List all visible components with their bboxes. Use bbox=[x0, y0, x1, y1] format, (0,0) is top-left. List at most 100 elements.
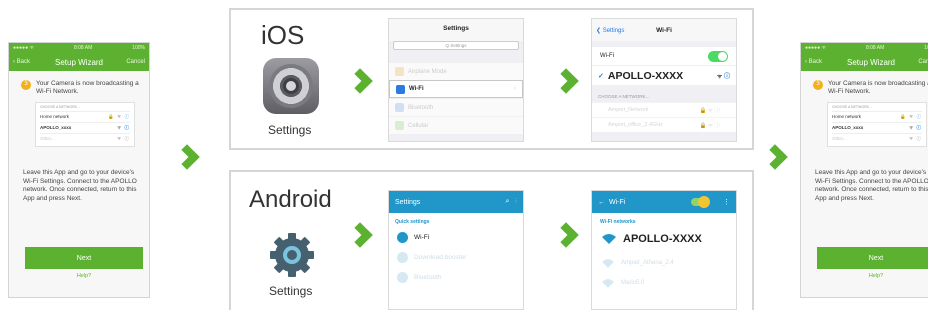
wizard-title: Setup Wizard bbox=[846, 57, 896, 67]
wifi-icon: ᯤ ⓘ bbox=[716, 74, 730, 80]
phone-before: ●●●●● ᯤ 8:08 AM 100% ‹ Back Setup Wizard… bbox=[8, 42, 150, 298]
chevron-right-icon bbox=[553, 68, 579, 94]
help-link[interactable]: Help? bbox=[817, 273, 928, 279]
wifi-toggle[interactable] bbox=[691, 196, 710, 208]
network-row[interactable]: Ampiet_Network 🔒 ᯤ ⓘ bbox=[592, 102, 736, 117]
wizard-titlebar: ‹ Back Setup Wizard Cancel bbox=[801, 53, 928, 71]
airplane-icon bbox=[395, 67, 404, 76]
wifi-signal-icon bbox=[602, 278, 614, 288]
search-icon[interactable]: ⌕ bbox=[505, 198, 509, 205]
android-title: Android bbox=[249, 186, 332, 213]
info-icon: ⓘ bbox=[124, 125, 130, 131]
ios-item-bluetooth[interactable]: Bluetooth bbox=[389, 98, 523, 116]
ios-connected-network[interactable]: ✓ APOLLO-XXXX ᯤ ⓘ bbox=[592, 65, 736, 85]
ios-wifi-screen: ❮ Settings Wi-Fi Wi-Fi ✓ APOLLO-XXXX ᯤ ⓘ… bbox=[591, 18, 737, 142]
chevron-right-icon bbox=[553, 222, 579, 248]
ios-settings-header: Settings bbox=[389, 19, 523, 41]
step-number-badge: 3 bbox=[21, 80, 31, 90]
battery-text: 100% bbox=[132, 45, 145, 51]
wifi-lock-icon: 🔒 ᯤ ⓘ bbox=[108, 114, 130, 120]
wifi-signal-icon bbox=[602, 258, 614, 268]
help-link[interactable]: Help? bbox=[25, 273, 143, 279]
info-icon: ⓘ bbox=[723, 74, 730, 80]
wifi-signal-icon bbox=[602, 234, 616, 244]
step-text: Your Camera is now broadcasting a Wi-Fi … bbox=[36, 80, 139, 96]
ios-panel: iOS Settings Settings Q Settings Airplan… bbox=[229, 8, 754, 150]
step-row: 3 Your Camera is now broadcasting a Wi-F… bbox=[813, 80, 928, 96]
chevron-right-icon bbox=[762, 144, 788, 170]
network-row[interactable]: Mario5.0 bbox=[592, 273, 736, 293]
cancel-button[interactable]: Cancel bbox=[918, 59, 928, 65]
ios-wifi-header: ❮ Settings Wi-Fi bbox=[592, 19, 736, 41]
info-icon: ⓘ bbox=[916, 125, 922, 131]
network-row: Other... ᯤ ⓘ bbox=[832, 133, 922, 144]
instructions-text: Leave this App and go to your device's W… bbox=[23, 169, 137, 202]
network-row: APOLLO_xxxx ᯤ ⓘ bbox=[832, 122, 922, 133]
cellular-icon bbox=[395, 121, 404, 130]
ios-settings-gear-icon bbox=[263, 58, 319, 114]
android-connected-network[interactable]: APOLLO-XXXX bbox=[592, 225, 736, 253]
carrier-text: ●●●●● ᯤ bbox=[805, 45, 827, 51]
network-row: Home network 🔒 ᯤ ⓘ bbox=[832, 111, 922, 122]
network-list-caption: CHOOSE A NETWORK... bbox=[40, 105, 80, 110]
network-row: Other... ᯤ ⓘ bbox=[40, 133, 130, 144]
android-item-download-booster[interactable]: Download booster bbox=[389, 247, 523, 267]
phone-after: ●●●●● ᯤ 8:08 AM 100% ‹ Back Setup Wizard… bbox=[800, 42, 928, 298]
cancel-button[interactable]: Cancel bbox=[126, 59, 145, 65]
step-text: Your Camera is now broadcasting a Wi-Fi … bbox=[828, 80, 928, 96]
wifi-networks-label: Wi-Fi networks bbox=[600, 219, 636, 225]
wifi-toggle[interactable] bbox=[708, 50, 728, 62]
wifi-icon bbox=[397, 231, 408, 243]
android-wifi-header: ← Wi-Fi ⋮ bbox=[592, 191, 736, 213]
back-button[interactable]: ‹ Back bbox=[13, 59, 30, 65]
network-row: APOLLO_xxxx ᯤ ⓘ bbox=[40, 122, 130, 133]
ios-title: iOS bbox=[261, 20, 305, 50]
wifi-icon: ᯤ ⓘ bbox=[117, 125, 130, 131]
network-list-preview: CHOOSE A NETWORK... Home network 🔒 ᯤ ⓘ AP… bbox=[827, 102, 927, 148]
android-item-wifi[interactable]: Wi-Fi bbox=[389, 227, 523, 247]
next-button[interactable]: Next bbox=[817, 247, 928, 269]
battery-text: 100% bbox=[924, 45, 928, 51]
android-settings-screen: Settings ⌕ ⋮ Quick settings Wi-Fi Downlo… bbox=[388, 190, 524, 310]
quick-settings-label: Quick settings bbox=[395, 219, 430, 225]
info-icon: ⓘ bbox=[916, 114, 922, 120]
network-row[interactable]: Ampiet_office_2.4GHz 🔒 ᯤ ⓘ bbox=[592, 117, 736, 132]
android-settings-header: Settings ⌕ ⋮ bbox=[389, 191, 523, 213]
overflow-menu-icon[interactable]: ⋮ bbox=[515, 198, 517, 205]
download-icon bbox=[397, 251, 408, 263]
wizard-titlebar: ‹ Back Setup Wizard Cancel bbox=[9, 53, 149, 71]
arrow-back-icon[interactable]: ← bbox=[598, 199, 605, 206]
next-button[interactable]: Next bbox=[25, 247, 143, 269]
info-icon: ⓘ bbox=[124, 114, 130, 120]
ios-item-cellular[interactable]: Cellular bbox=[389, 116, 523, 134]
overflow-menu-icon[interactable]: ⋮ bbox=[723, 198, 730, 206]
clock-text: 8:08 AM bbox=[73, 45, 93, 51]
status-bar: ●●●●● ᯤ 8:08 AM 100% bbox=[801, 43, 928, 53]
checkmark-icon: ✓ bbox=[598, 72, 604, 80]
ios-item-airplane[interactable]: Airplane Mode bbox=[389, 62, 523, 80]
instructions-text: Leave this App and go to your device's W… bbox=[815, 169, 928, 202]
network-row: Home network 🔒 ᯤ ⓘ bbox=[40, 111, 130, 122]
chevron-right-icon bbox=[174, 144, 200, 170]
clock-text: 8:08 AM bbox=[865, 45, 885, 51]
bluetooth-icon bbox=[395, 103, 404, 112]
ios-search-field[interactable]: Q Settings bbox=[393, 41, 519, 50]
network-list-preview: CHOOSE A NETWORK... Home network 🔒 ᯤ ⓘ AP… bbox=[35, 102, 135, 148]
android-item-bluetooth[interactable]: Bluetooth bbox=[389, 267, 523, 287]
status-bar: ●●●●● ᯤ 8:08 AM 100% bbox=[9, 43, 149, 53]
chevron-right-icon: › bbox=[514, 86, 516, 92]
network-row[interactable]: Ampiet_Athena_2.4 bbox=[592, 253, 736, 273]
android-wifi-screen: ← Wi-Fi ⋮ Wi-Fi networks APOLLO-XXXX Amp… bbox=[591, 190, 737, 310]
ios-item-wifi[interactable]: Wi-Fi › bbox=[389, 80, 523, 98]
wifi-icon: ᯤ ⓘ bbox=[909, 136, 922, 142]
chevron-right-icon bbox=[347, 222, 373, 248]
back-button[interactable]: ‹ Back bbox=[805, 59, 822, 65]
wifi-icon: ᯤ ⓘ bbox=[909, 125, 922, 131]
ios-back-button[interactable]: ❮ Settings bbox=[596, 27, 624, 34]
ios-settings-screen: Settings Q Settings Airplane Mode Wi-Fi ›… bbox=[388, 18, 524, 142]
ios-settings-label: Settings bbox=[268, 123, 312, 137]
wifi-lock-icon: 🔒 ᯤ ⓘ bbox=[900, 114, 922, 120]
android-settings-label: Settings bbox=[269, 284, 313, 298]
wifi-icon: ᯤ ⓘ bbox=[117, 136, 130, 142]
bluetooth-icon bbox=[397, 271, 408, 283]
